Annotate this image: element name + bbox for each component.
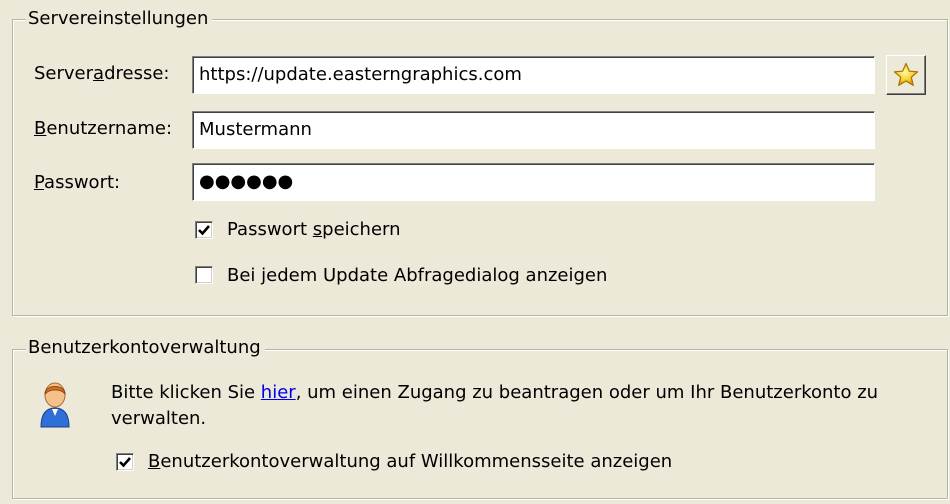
server-settings-legend: Servereinstellungen — [26, 8, 213, 30]
server-address-field[interactable]: https://update.easterngraphics.com — [192, 56, 875, 94]
server-address-label: Serveradresse: — [34, 63, 170, 84]
checkmark-icon — [119, 457, 131, 468]
password-label: Passwort: — [34, 172, 121, 193]
show-update-dialog-label[interactable]: Bei jedem Update Abfragedialog anzeigen — [227, 265, 607, 287]
favorites-button[interactable] — [886, 55, 926, 95]
account-info-text: Bitte klicken Sie hier, um einen Zugang … — [111, 382, 879, 429]
show-update-dialog-checkbox[interactable] — [195, 266, 213, 284]
save-password-checkbox[interactable] — [195, 221, 213, 239]
account-management-legend: Benutzerkontoverwaltung — [26, 337, 265, 359]
username-field[interactable]: Mustermann — [192, 111, 875, 149]
user-icon — [40, 382, 70, 428]
account-link[interactable]: hier — [261, 382, 296, 403]
star-icon — [893, 62, 919, 86]
password-field[interactable]: ●●●●●● — [192, 163, 875, 201]
username-label: Benutzername: — [34, 118, 173, 139]
show-account-on-welcome-checkbox[interactable] — [116, 453, 134, 471]
checkmark-icon — [198, 225, 210, 236]
save-password-label[interactable]: Passwort speichern — [227, 219, 401, 241]
show-account-on-welcome-label[interactable]: Benutzerkontoverwaltung auf Willkommenss… — [148, 451, 672, 473]
